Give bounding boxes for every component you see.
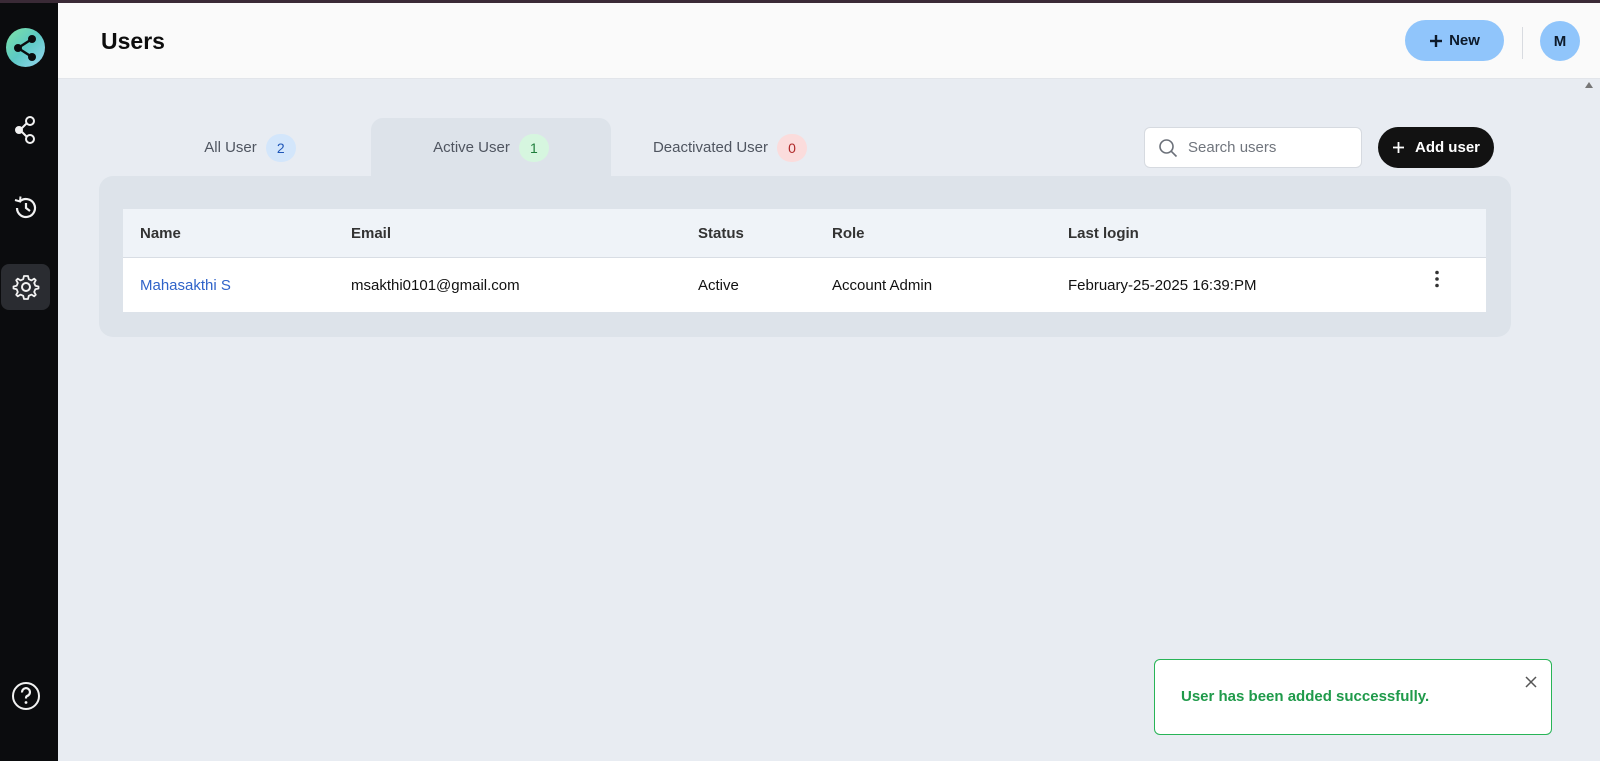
close-icon[interactable] xyxy=(1523,674,1539,690)
help-button[interactable] xyxy=(1,673,50,719)
scrollbar-up-arrow[interactable] xyxy=(1585,82,1593,88)
tab-active-user[interactable]: Active User 1 xyxy=(371,118,611,177)
column-header-name[interactable]: Name xyxy=(140,209,181,257)
avatar[interactable]: M xyxy=(1540,21,1580,61)
user-last-login-cell: February-25-2025 16:39:PM xyxy=(1068,276,1257,294)
success-toast: User has been added successfully. xyxy=(1154,659,1552,735)
sidebar-item-share[interactable] xyxy=(1,107,50,153)
user-name-link[interactable]: Mahasakthi S xyxy=(140,277,231,294)
plus-icon xyxy=(1392,142,1404,153)
tab-label: Deactivated User xyxy=(652,139,769,156)
history-icon xyxy=(14,196,36,219)
more-vertical-icon xyxy=(1435,270,1439,288)
column-header-status[interactable]: Status xyxy=(698,209,744,257)
count-badge: 2 xyxy=(265,133,296,162)
column-header-email[interactable]: Email xyxy=(351,209,391,257)
plus-icon xyxy=(1430,34,1443,47)
row-actions-button[interactable] xyxy=(1425,252,1449,306)
users-table: Name Email Status Role Last login Mahasa… xyxy=(123,209,1486,312)
new-button-label: New xyxy=(1449,32,1480,49)
user-status-cell: Active xyxy=(698,276,739,294)
share-logo-icon[interactable] xyxy=(6,28,45,67)
user-role-cell: Account Admin xyxy=(832,276,933,294)
count-badge: 1 xyxy=(518,133,549,162)
table-header: Name Email Status Role Last login xyxy=(123,209,1486,258)
search-icon xyxy=(1159,138,1178,157)
header-divider xyxy=(1522,27,1523,59)
search-input[interactable] xyxy=(1188,139,1348,156)
search-box xyxy=(1144,127,1362,168)
top-header: Users New M xyxy=(58,3,1600,79)
new-button[interactable]: New xyxy=(1405,20,1504,61)
tab-label: All User xyxy=(204,139,257,156)
sidebar-item-settings[interactable] xyxy=(1,264,50,310)
user-name-cell: Mahasakthi S xyxy=(140,258,231,312)
tab-label: Active User xyxy=(433,139,510,156)
toast-message: User has been added successfully. xyxy=(1181,688,1430,705)
user-email-cell: msakthi0101@gmail.com xyxy=(351,276,520,294)
add-user-button[interactable]: Add user xyxy=(1378,127,1494,168)
column-header-role[interactable]: Role xyxy=(832,209,865,257)
sidebar xyxy=(0,3,58,761)
share-icon xyxy=(14,116,35,144)
tab-deactivated-user[interactable]: Deactivated User 0 xyxy=(610,118,850,177)
add-user-label: Add user xyxy=(1414,139,1480,156)
help-icon xyxy=(11,682,40,710)
gear-icon xyxy=(12,275,39,300)
sidebar-item-history[interactable] xyxy=(1,185,50,231)
tab-all-user[interactable]: All User 2 xyxy=(130,118,370,177)
column-header-last-login[interactable]: Last login xyxy=(1068,209,1139,257)
count-badge: 0 xyxy=(777,133,808,162)
page-title: Users xyxy=(101,28,165,54)
table-row[interactable]: Mahasakthi S msakthi0101@gmail.com Activ… xyxy=(123,258,1486,312)
